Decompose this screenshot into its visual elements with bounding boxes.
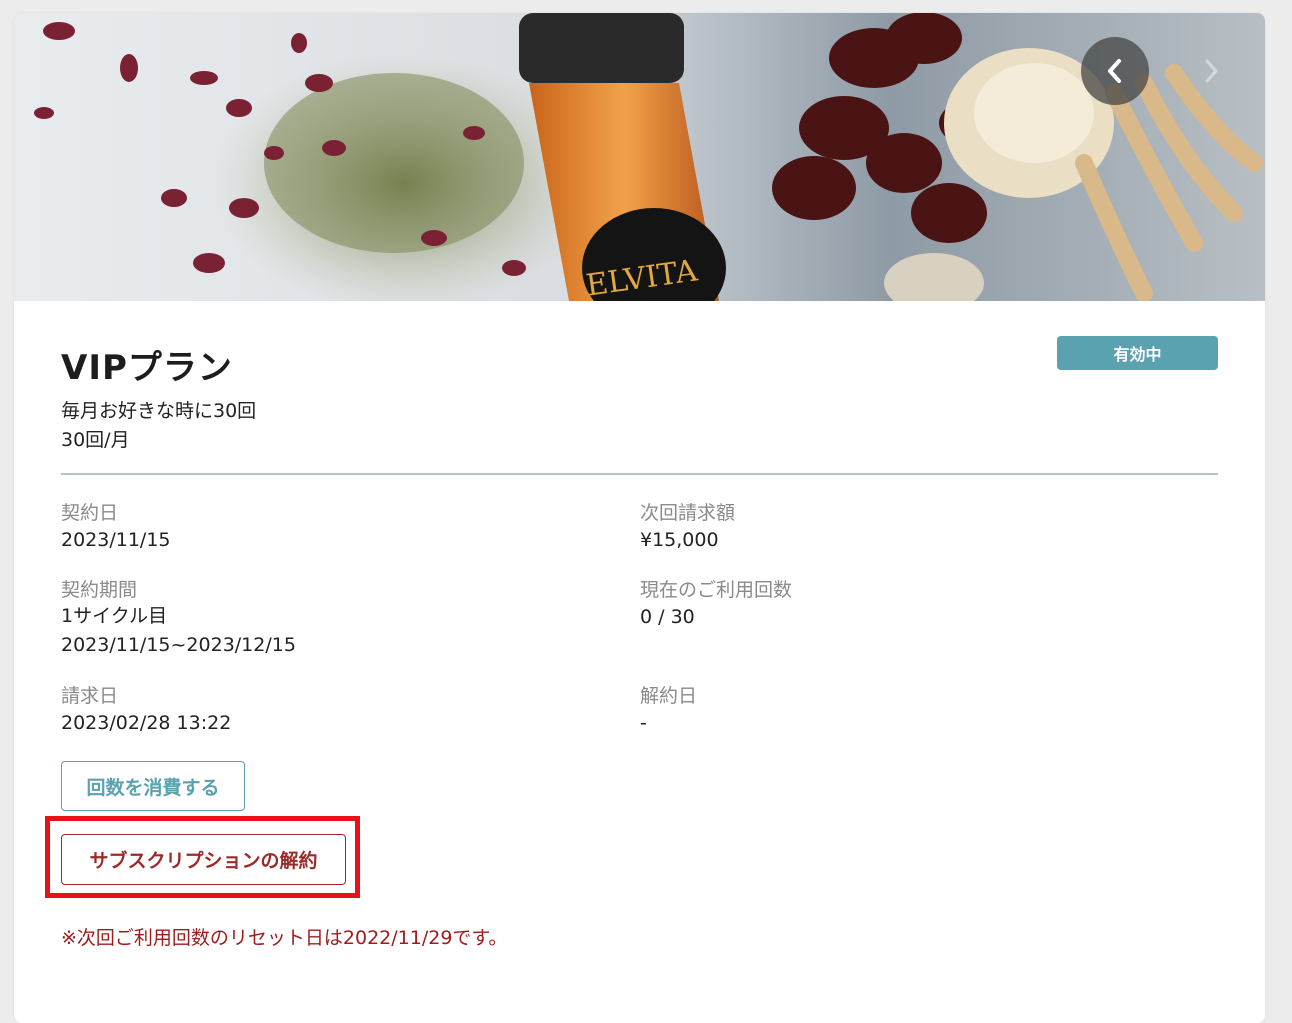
next-amount-label: 次回請求額 <box>640 502 736 524</box>
chevron-right-icon <box>1205 59 1218 83</box>
divider <box>61 473 1218 475</box>
reset-notice: ※次回ご利用回数のリセット日は2022/11/29です。 <box>61 927 508 949</box>
plan-frequency: 30回/月 <box>61 429 130 451</box>
cancel-subscription-button[interactable]: サブスクリプションの解約 <box>61 834 346 885</box>
cancel-date-value: - <box>640 712 647 734</box>
status-badge: 有効中 <box>1057 336 1218 370</box>
plan-title: VIPプラン <box>61 348 233 388</box>
chevron-left-icon <box>1108 59 1121 83</box>
usage-value: 0 / 30 <box>640 606 695 628</box>
cancel-date-label: 解約日 <box>640 685 698 707</box>
period-cycle: 1サイクル目 <box>61 605 168 627</box>
carousel-next-button[interactable] <box>1196 53 1226 89</box>
contract-date-label: 契約日 <box>61 502 119 524</box>
subscription-card: ELVITA VIPプラン 有効中 毎月お好きな時に30回 30回/月 契約日 … <box>14 13 1265 1023</box>
contract-date-value: 2023/11/15 <box>61 529 171 551</box>
carousel-prev-button[interactable] <box>1081 37 1149 105</box>
consume-button[interactable]: 回数を消費する <box>61 761 245 811</box>
product-photo: ELVITA <box>14 13 1265 301</box>
plan-description: 毎月お好きな時に30回 30回/月 <box>61 397 256 455</box>
billing-date-value: 2023/02/28 13:22 <box>61 712 232 734</box>
next-amount-value: ¥15,000 <box>640 529 719 551</box>
hero-image: ELVITA <box>14 13 1265 301</box>
period-label: 契約期間 <box>61 579 138 601</box>
billing-date-label: 請求日 <box>61 685 119 707</box>
plan-description-text: 毎月お好きな時に30回 <box>61 400 257 422</box>
period-range: 2023/11/15~2023/12/15 <box>61 634 296 656</box>
usage-label: 現在のご利用回数 <box>640 579 793 601</box>
